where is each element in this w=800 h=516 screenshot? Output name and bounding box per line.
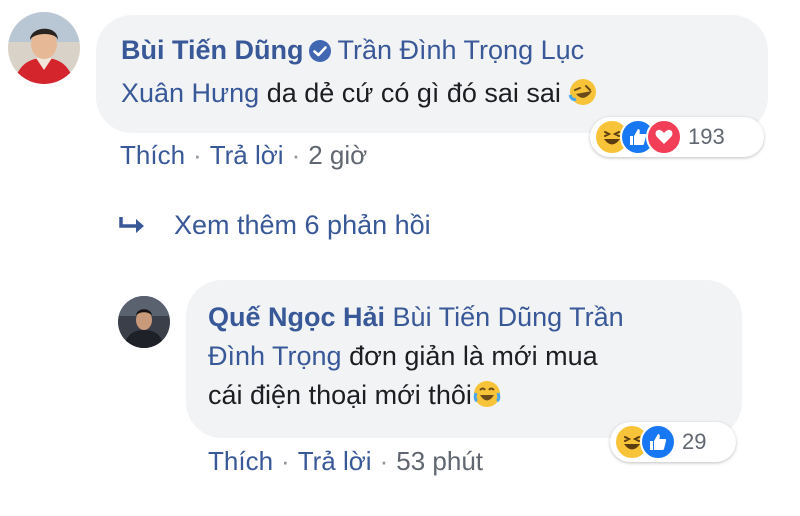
reply-avatar[interactable] (118, 296, 170, 348)
reply-author-name[interactable]: Quế Ngọc Hải (208, 302, 385, 332)
separator-dot: · (379, 446, 389, 476)
comment-reactions[interactable]: 193 (590, 117, 764, 157)
comment-author-name[interactable]: Bùi Tiến Dũng (121, 35, 304, 65)
comment-text: da dẻ cứ có gì đó sai sai (266, 78, 561, 108)
reply-actions: Thích · Trả lời · 53 phút (208, 446, 483, 477)
verified-badge-icon (308, 35, 332, 74)
reply-mention[interactable]: Bùi Tiến Dũng Trần (393, 302, 624, 332)
reply-reactions[interactable]: 29 (610, 422, 736, 462)
reaction-count: 193 (688, 124, 725, 149)
like-link[interactable]: Thích (120, 140, 185, 170)
reply-bubble: Quế Ngọc Hải Bùi Tiến Dũng Trần Đình Trọ… (186, 280, 742, 438)
like-link[interactable]: Thích (208, 446, 273, 476)
view-more-replies[interactable]: Xem thêm 6 phản hồi (118, 210, 431, 243)
love-icon (646, 119, 682, 155)
comment-mention[interactable]: Trần Đình Trọng Lục (338, 35, 585, 65)
view-more-label: Xem thêm 6 phản hồi (174, 210, 431, 240)
reply-text-line: cái điện thoại mới thôi (208, 380, 472, 410)
separator-dot: · (193, 140, 202, 170)
comment-bubble: Bùi Tiến Dũng Trần Đình Trọng Lục Xuân Hư… (96, 15, 768, 133)
timestamp[interactable]: 2 giờ (308, 140, 367, 170)
reply-arrow-icon (118, 212, 148, 243)
reaction-count: 29 (682, 429, 707, 454)
separator-dot: · (281, 446, 290, 476)
like-icon (640, 424, 676, 460)
avatar[interactable] (8, 12, 80, 84)
comment-actions: Thích · Trả lời · 2 giờ (120, 140, 367, 171)
separator-dot: · (291, 140, 301, 170)
timestamp[interactable]: 53 phút (396, 446, 483, 476)
reply-link[interactable]: Trả lời (298, 446, 372, 476)
rofl-emoji-icon (568, 77, 598, 118)
reply-link[interactable]: Trả lời (210, 140, 284, 170)
reply-text-line: đơn giản là mới mua (349, 341, 598, 371)
joy-emoji-icon (472, 379, 502, 420)
reply-mention-continued[interactable]: Đình Trọng (208, 341, 342, 371)
comment-mention-continued[interactable]: Xuân Hưng (121, 78, 259, 108)
